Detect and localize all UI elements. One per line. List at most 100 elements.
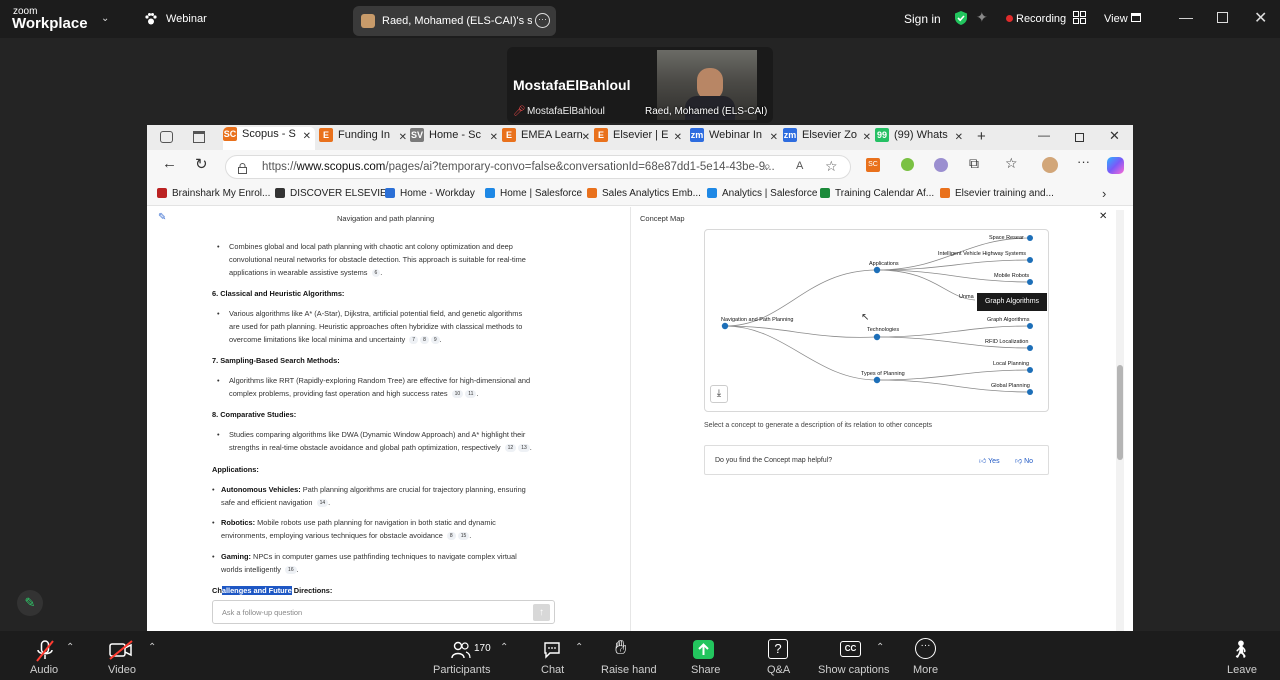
tab-close-icon[interactable]: ✕ [770, 132, 778, 143]
audio-options-chevron-icon[interactable]: ⌃ [66, 642, 74, 653]
tab-close-icon[interactable]: ✕ [490, 132, 498, 143]
citation-badge[interactable]: 13 [518, 444, 530, 453]
back-arrow-icon[interactable]: ← [162, 155, 177, 172]
citation-badge[interactable]: 12 [504, 444, 517, 453]
concept-label[interactable]: Graph Algorithms [987, 317, 1030, 323]
participants-label[interactable]: Participants [433, 664, 490, 676]
citation-badge[interactable]: 16 [285, 566, 297, 575]
concept-leaf-node[interactable] [1027, 279, 1033, 285]
concept-map-svg[interactable]: Navigation and Path Planning Application… [705, 230, 1049, 412]
share-screen-tab[interactable]: Raed, Mohamed (ELS-CAI)'s scree ··· [353, 6, 556, 36]
browser-tab[interactable]: E EMEA Learn ✕ [502, 128, 594, 150]
concept-map-graph[interactable]: Navigation and Path Planning Application… [704, 229, 1049, 412]
chat-label[interactable]: Chat [541, 664, 564, 676]
raise-hand-icon[interactable]: ✋︎ [615, 637, 626, 660]
more-options-icon[interactable]: ··· [535, 13, 550, 28]
leave-icon[interactable]: 🚶︎ [1230, 640, 1252, 660]
bookmark-item[interactable]: Brainshark My Enrol... [157, 188, 270, 199]
citation-badge[interactable]: 7 [409, 336, 419, 345]
grid-icon[interactable] [1073, 11, 1086, 24]
concept-node-types-of-planning[interactable] [873, 376, 881, 384]
concept-label[interactable]: Space Resear [989, 235, 1024, 241]
video-label[interactable]: Video [108, 664, 136, 676]
browser-tab[interactable]: SC Scopus - S ✕ [223, 127, 315, 150]
citation-badge[interactable]: 6 [371, 269, 381, 278]
chat-icon[interactable] [542, 640, 562, 660]
tab-close-icon[interactable]: ✕ [955, 132, 963, 143]
sparkle-icon[interactable]: ✦ [976, 9, 988, 26]
concept-leaf-node[interactable] [1027, 323, 1033, 329]
participant-count[interactable]: 170 [474, 643, 491, 654]
read-aloud-icon[interactable]: A [796, 160, 803, 172]
citation-badge[interactable]: 10 [451, 390, 464, 399]
edit-icon[interactable]: ✎ [158, 212, 166, 223]
bookmark-item[interactable]: Home | Salesforce [485, 188, 582, 199]
concept-node-root[interactable] [721, 322, 729, 330]
shield-check-icon[interactable] [953, 10, 969, 26]
qa-icon[interactable]: ? [768, 639, 788, 659]
qa-label[interactable]: Q&A [767, 664, 790, 676]
concept-node-applications[interactable] [873, 266, 881, 274]
favorites-icon[interactable]: ☆ [1005, 155, 1018, 172]
annotate-pen-icon[interactable]: ✎ [17, 590, 43, 616]
concept-label[interactable]: Mobile Robots [994, 273, 1029, 279]
concept-node-technologies[interactable] [873, 333, 881, 341]
raise-hand-label[interactable]: Raise hand [601, 664, 657, 676]
refresh-icon[interactable]: ↻ [195, 155, 208, 173]
chat-chevron-icon[interactable]: ⌃ [575, 642, 583, 653]
browser-tab[interactable]: E Elsevier | E ✕ [594, 128, 686, 150]
tab-close-icon[interactable]: ✕ [399, 132, 407, 143]
share-label[interactable]: Share [691, 664, 720, 676]
no-button[interactable]: 👎︎ No [1015, 456, 1033, 465]
extension-icon[interactable] [901, 158, 914, 171]
browser-tab[interactable]: SV Home - Sc ✕ [410, 128, 502, 150]
tab-actions-icon[interactable] [193, 131, 205, 143]
concept-label[interactable]: Applications [869, 261, 899, 267]
concept-leaf-node[interactable] [1027, 389, 1033, 395]
browser-tab[interactable]: zm Elsevier Zo ✕ [783, 128, 875, 150]
captions-chevron-icon[interactable]: ⌃ [876, 642, 884, 653]
citation-badge[interactable]: 8 [420, 336, 429, 345]
audio-label[interactable]: Audio [30, 664, 58, 676]
maximize-icon[interactable] [1217, 12, 1228, 23]
bookmark-item[interactable]: Home - Workday [385, 188, 475, 199]
window-restore-icon[interactable] [1075, 133, 1084, 142]
sign-in-link[interactable]: Sign in [904, 12, 941, 26]
bookmark-item[interactable]: DISCOVER ELSEVIER [275, 188, 394, 199]
view-layout-icon[interactable] [1131, 13, 1141, 22]
browser-tab[interactable]: zm Webinar In ✕ [690, 128, 782, 150]
concept-label-root[interactable]: Navigation and Path Planning [721, 317, 793, 323]
workspaces-icon[interactable] [160, 131, 173, 143]
concept-label[interactable]: Intelligent Vehicle Highway Systems [938, 251, 1026, 257]
scopus-extension-icon[interactable]: SC [866, 158, 880, 172]
tab-close-icon[interactable]: ✕ [582, 132, 590, 143]
leave-label[interactable]: Leave [1227, 664, 1257, 676]
concept-label[interactable]: RFID Localization [985, 339, 1028, 345]
participants-chevron-icon[interactable]: ⌃ [500, 642, 508, 653]
chevron-down-icon[interactable]: ⌄ [101, 13, 109, 24]
concept-leaf-node[interactable] [1027, 235, 1033, 241]
followup-input[interactable]: Ask a follow-up question ↑ [212, 600, 555, 624]
browser-tab[interactable]: 99 (99) Whats ✕ [875, 128, 967, 150]
panel-close-icon[interactable]: ✕ [1099, 211, 1107, 222]
user-avatar[interactable] [1042, 157, 1058, 173]
view-menu[interactable]: View [1104, 13, 1128, 25]
tab-close-icon[interactable]: ✕ [303, 131, 311, 142]
recording-label[interactable]: Recording [1016, 13, 1066, 25]
bookmark-item[interactable]: Elsevier training and... [940, 188, 1054, 199]
browser-tab[interactable]: E Funding In ✕ [319, 128, 411, 150]
profile-extension-icon[interactable] [934, 158, 948, 172]
captions-label[interactable]: Show captions [818, 664, 890, 676]
tab-close-icon[interactable]: ✕ [863, 132, 871, 143]
citation-badge[interactable]: 9 [430, 336, 440, 345]
browser-menu-icon[interactable]: ··· [1077, 154, 1090, 169]
concept-label[interactable]: Unma [959, 294, 975, 300]
concept-label[interactable]: Global Planning [991, 383, 1030, 389]
zoom-search-icon[interactable]: ⌕ [764, 159, 771, 174]
bookmark-item[interactable]: Training Calendar Af... [820, 188, 934, 199]
send-arrow-icon[interactable]: ↑ [533, 604, 550, 621]
download-icon[interactable]: ⤓ [710, 385, 728, 403]
bookmarks-chevron-icon[interactable]: › [1102, 186, 1106, 201]
concept-leaf-node[interactable] [1027, 345, 1033, 351]
citation-badge[interactable]: 8 [446, 532, 456, 541]
